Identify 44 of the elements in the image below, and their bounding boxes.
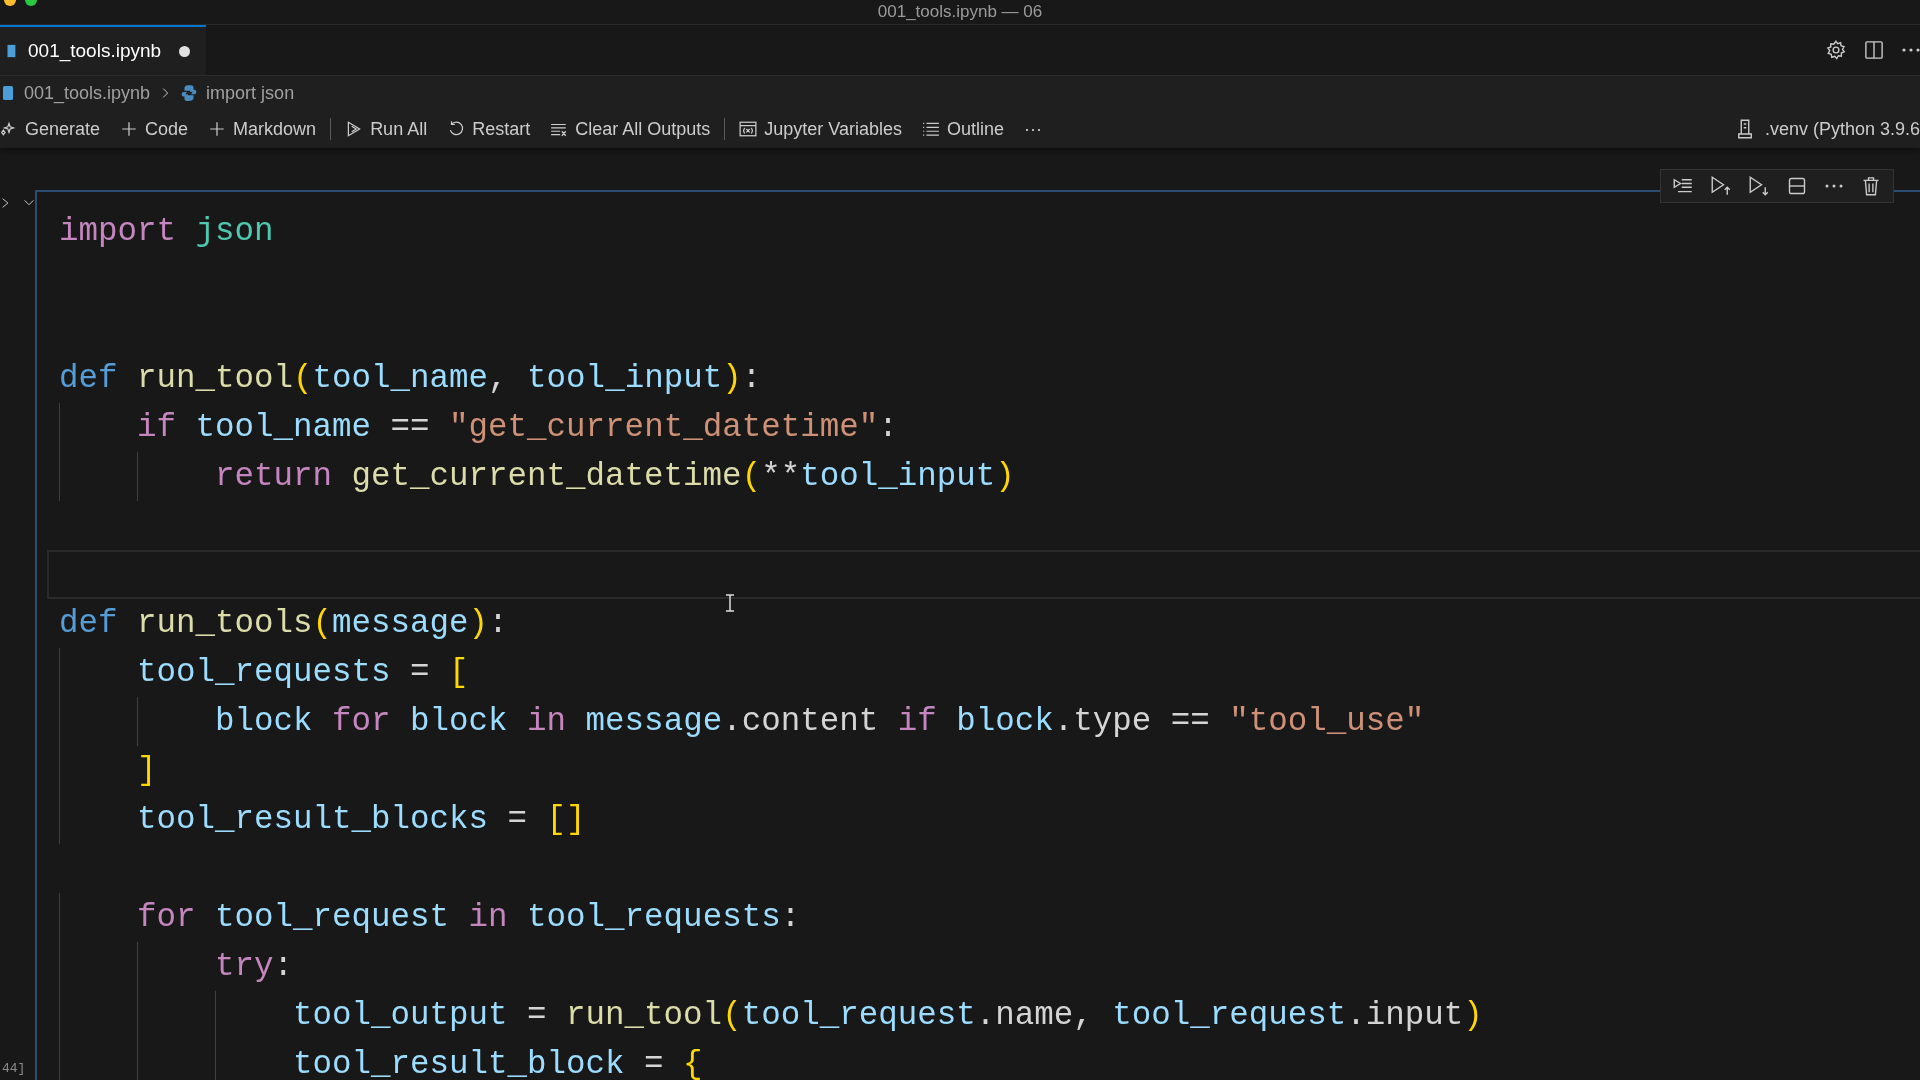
list-icon (922, 120, 940, 138)
code-line: for tool_request in tool_requests: (136, 899, 801, 936)
code-line: tool_result_block = { (292, 1046, 703, 1080)
toolbar-button[interactable]: Code (110, 114, 199, 144)
restart-icon (447, 120, 466, 138)
code-line: tool_result_blocks = [] (136, 801, 586, 838)
code-line: return get_current_datetime(**tool_input) (214, 458, 1015, 495)
breadcrumb-item[interactable]: import json (206, 82, 295, 104)
run-below-icon (1749, 176, 1769, 196)
run-above-icon (1711, 176, 1731, 196)
toolbar-button[interactable]: Restart (437, 114, 541, 144)
toolbar-button[interactable]: Outline (912, 114, 1015, 144)
plus-icon (208, 120, 227, 138)
toolbar-button[interactable]: Jupyter Variables (729, 114, 912, 144)
breadcrumb-item[interactable]: 001_tools.ipynb (24, 82, 151, 104)
plus-icon (120, 120, 139, 138)
toolbar-button[interactable]: Run All (335, 114, 438, 144)
editor-tab[interactable]: 001_tools.ipynb (0, 25, 207, 75)
kernel-picker[interactable]: .venv (Python 3.9.6 (1764, 118, 1920, 140)
toolbar-button[interactable]: Clear All Outputs (540, 114, 721, 144)
code-line: if tool_name == "get_current_datetime": (136, 409, 898, 446)
code-line: tool_output = run_tool(tool_request.name, tool_request.input) (292, 997, 1483, 1034)
more-icon[interactable] (1825, 184, 1843, 188)
notebook-icon (0, 85, 16, 101)
split-cell-icon (1787, 176, 1807, 196)
execution-count: 44] (2, 1061, 26, 1076)
code-line: ] (136, 752, 157, 789)
code-line: block for block in message.content if block.type == "tool_use" (214, 703, 1425, 740)
trash-icon (1861, 176, 1881, 196)
settings-icon (1826, 40, 1846, 60)
window-title: 001_tools.ipynb — 06 (877, 2, 1043, 22)
toolbar-button[interactable]: Generate (0, 114, 111, 144)
code-line: import json (59, 213, 274, 250)
code-line: def run_tools(message): (59, 605, 508, 642)
text-cursor-icon (725, 594, 735, 612)
more-button[interactable]: ··· (1014, 114, 1053, 144)
more-icon[interactable] (1902, 48, 1920, 52)
code-line: try: (214, 948, 294, 985)
variables-icon (739, 120, 758, 138)
toolbar-button[interactable]: Markdown (198, 114, 327, 144)
split-editor-icon (1864, 40, 1884, 60)
python-icon (180, 84, 199, 102)
code-line: tool_requests = [ (136, 654, 469, 691)
code-line: def run_tool(tool_name, tool_input): (59, 360, 762, 397)
